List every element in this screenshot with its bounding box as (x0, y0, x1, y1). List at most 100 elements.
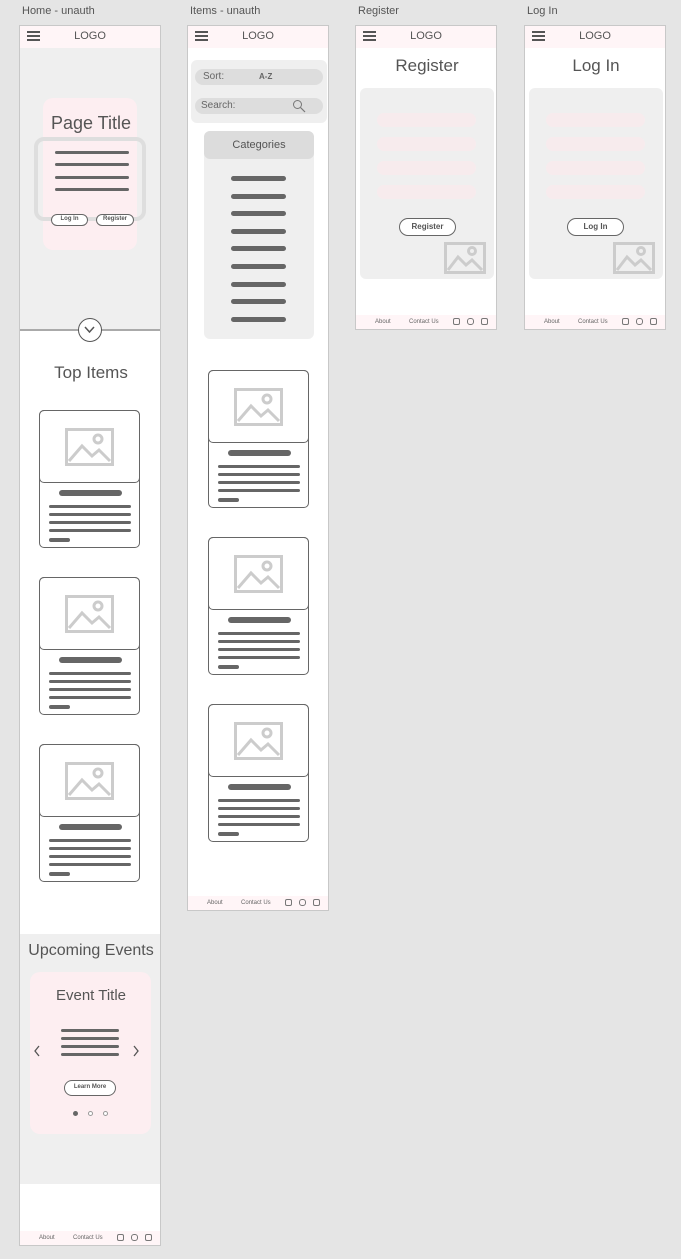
frame-title-items: Items - unauth (190, 5, 261, 17)
home-artboard: LOGO Page Title Log In Register Top Item… (19, 25, 161, 1246)
facebook-icon[interactable] (145, 1234, 152, 1241)
form-field[interactable] (546, 161, 645, 175)
header: LOGO (188, 26, 328, 48)
image-placeholder-icon (234, 555, 283, 593)
chevron-right-icon[interactable] (132, 1045, 140, 1057)
form-field[interactable] (377, 185, 476, 199)
image-placeholder (39, 744, 140, 817)
login-heading: Log In (572, 56, 620, 75)
category-item[interactable] (231, 211, 286, 217)
footer-about-link[interactable]: About (375, 319, 391, 325)
image-placeholder (208, 537, 309, 610)
chevron-left-icon[interactable] (33, 1045, 41, 1057)
instagram-icon[interactable] (131, 1234, 138, 1241)
carousel-dot[interactable] (88, 1111, 93, 1116)
image-placeholder-icon (65, 595, 114, 633)
facebook-icon[interactable] (650, 318, 657, 325)
footer-contact-link[interactable]: Contact Us (409, 319, 439, 325)
login-submit-button[interactable]: Log In (567, 218, 624, 236)
form-field[interactable] (377, 113, 476, 127)
footer-contact-link[interactable]: Contact Us (241, 900, 271, 906)
instagram-icon[interactable] (636, 318, 643, 325)
learn-more-button[interactable]: Learn More (64, 1080, 116, 1096)
text-line (55, 163, 129, 166)
categories-panel: Categories (204, 131, 314, 339)
image-placeholder-icon (234, 722, 283, 760)
categories-heading: Categories (232, 139, 286, 151)
search-input[interactable]: Search: (195, 98, 323, 114)
item-card[interactable] (39, 410, 140, 548)
item-card[interactable] (39, 577, 140, 715)
frame-title-home: Home - unauth (22, 5, 95, 17)
hero-image-frame (34, 137, 146, 221)
form-field[interactable] (377, 137, 476, 151)
twitter-icon[interactable] (453, 318, 460, 325)
form-field[interactable] (546, 185, 645, 199)
footer: About Contact Us (356, 315, 496, 329)
item-card[interactable] (208, 704, 309, 842)
login-artboard: LOGO Log In Log In About Contact Us (524, 25, 666, 330)
category-item[interactable] (231, 299, 286, 305)
category-item[interactable] (231, 281, 286, 287)
item-card[interactable] (208, 537, 309, 675)
search-icon[interactable] (292, 99, 306, 113)
image-placeholder-icon (613, 242, 655, 274)
twitter-icon[interactable] (285, 899, 292, 906)
chevron-down-icon[interactable] (78, 318, 102, 342)
event-title: Event Title (55, 987, 127, 1004)
header: LOGO (20, 26, 160, 48)
image-placeholder-icon (65, 762, 114, 800)
facebook-icon[interactable] (313, 899, 320, 906)
category-item[interactable] (231, 316, 286, 322)
footer: About Contact Us (20, 1231, 160, 1245)
top-items-heading: Top Items (54, 363, 128, 382)
category-item[interactable] (231, 246, 286, 252)
category-item[interactable] (231, 228, 286, 234)
footer-about-link[interactable]: About (207, 900, 223, 906)
upcoming-events-heading: Upcoming Events (28, 942, 154, 959)
frame-title-login: Log In (527, 5, 558, 17)
register-heading: Register (395, 56, 459, 75)
image-placeholder-icon (234, 388, 283, 426)
register-submit-button[interactable]: Register (399, 218, 456, 236)
text-line (55, 151, 129, 154)
facebook-icon[interactable] (481, 318, 488, 325)
sort-select[interactable]: Sort: A-Z (195, 69, 323, 85)
item-card[interactable] (208, 370, 309, 508)
footer: About Contact Us (525, 315, 665, 329)
items-artboard: LOGO Sort: A-Z Search: Categories About … (187, 25, 329, 911)
image-placeholder (208, 370, 309, 443)
text-line (61, 1029, 119, 1032)
carousel-dot[interactable] (73, 1111, 78, 1116)
twitter-icon[interactable] (622, 318, 629, 325)
category-item[interactable] (231, 176, 286, 181)
logo: LOGO (410, 30, 442, 42)
carousel-dot[interactable] (103, 1111, 108, 1116)
footer-contact-link[interactable]: Contact Us (578, 319, 608, 325)
footer-contact-link[interactable]: Contact Us (73, 1235, 103, 1241)
form-field[interactable] (546, 137, 645, 151)
register-button[interactable]: Register (96, 214, 134, 226)
instagram-icon[interactable] (467, 318, 474, 325)
frame-title-register: Register (358, 5, 399, 17)
image-placeholder-icon (65, 428, 114, 466)
footer-about-link[interactable]: About (39, 1235, 55, 1241)
sort-value: A-Z (259, 72, 273, 81)
instagram-icon[interactable] (299, 899, 306, 906)
image-placeholder-icon (444, 242, 486, 274)
text-line (55, 188, 129, 191)
login-button[interactable]: Log In (51, 214, 88, 226)
page-title: Page Title (50, 113, 132, 133)
category-item[interactable] (231, 193, 286, 199)
logo: LOGO (579, 30, 611, 42)
logo: LOGO (74, 30, 106, 42)
form-field[interactable] (377, 161, 476, 175)
item-card[interactable] (39, 744, 140, 882)
sort-label: Sort: (203, 71, 225, 82)
twitter-icon[interactable] (117, 1234, 124, 1241)
logo: LOGO (242, 30, 274, 42)
category-item[interactable] (231, 264, 286, 269)
footer-about-link[interactable]: About (544, 319, 560, 325)
register-artboard: LOGO Register Register About Contact Us (355, 25, 497, 330)
form-field[interactable] (546, 113, 645, 127)
